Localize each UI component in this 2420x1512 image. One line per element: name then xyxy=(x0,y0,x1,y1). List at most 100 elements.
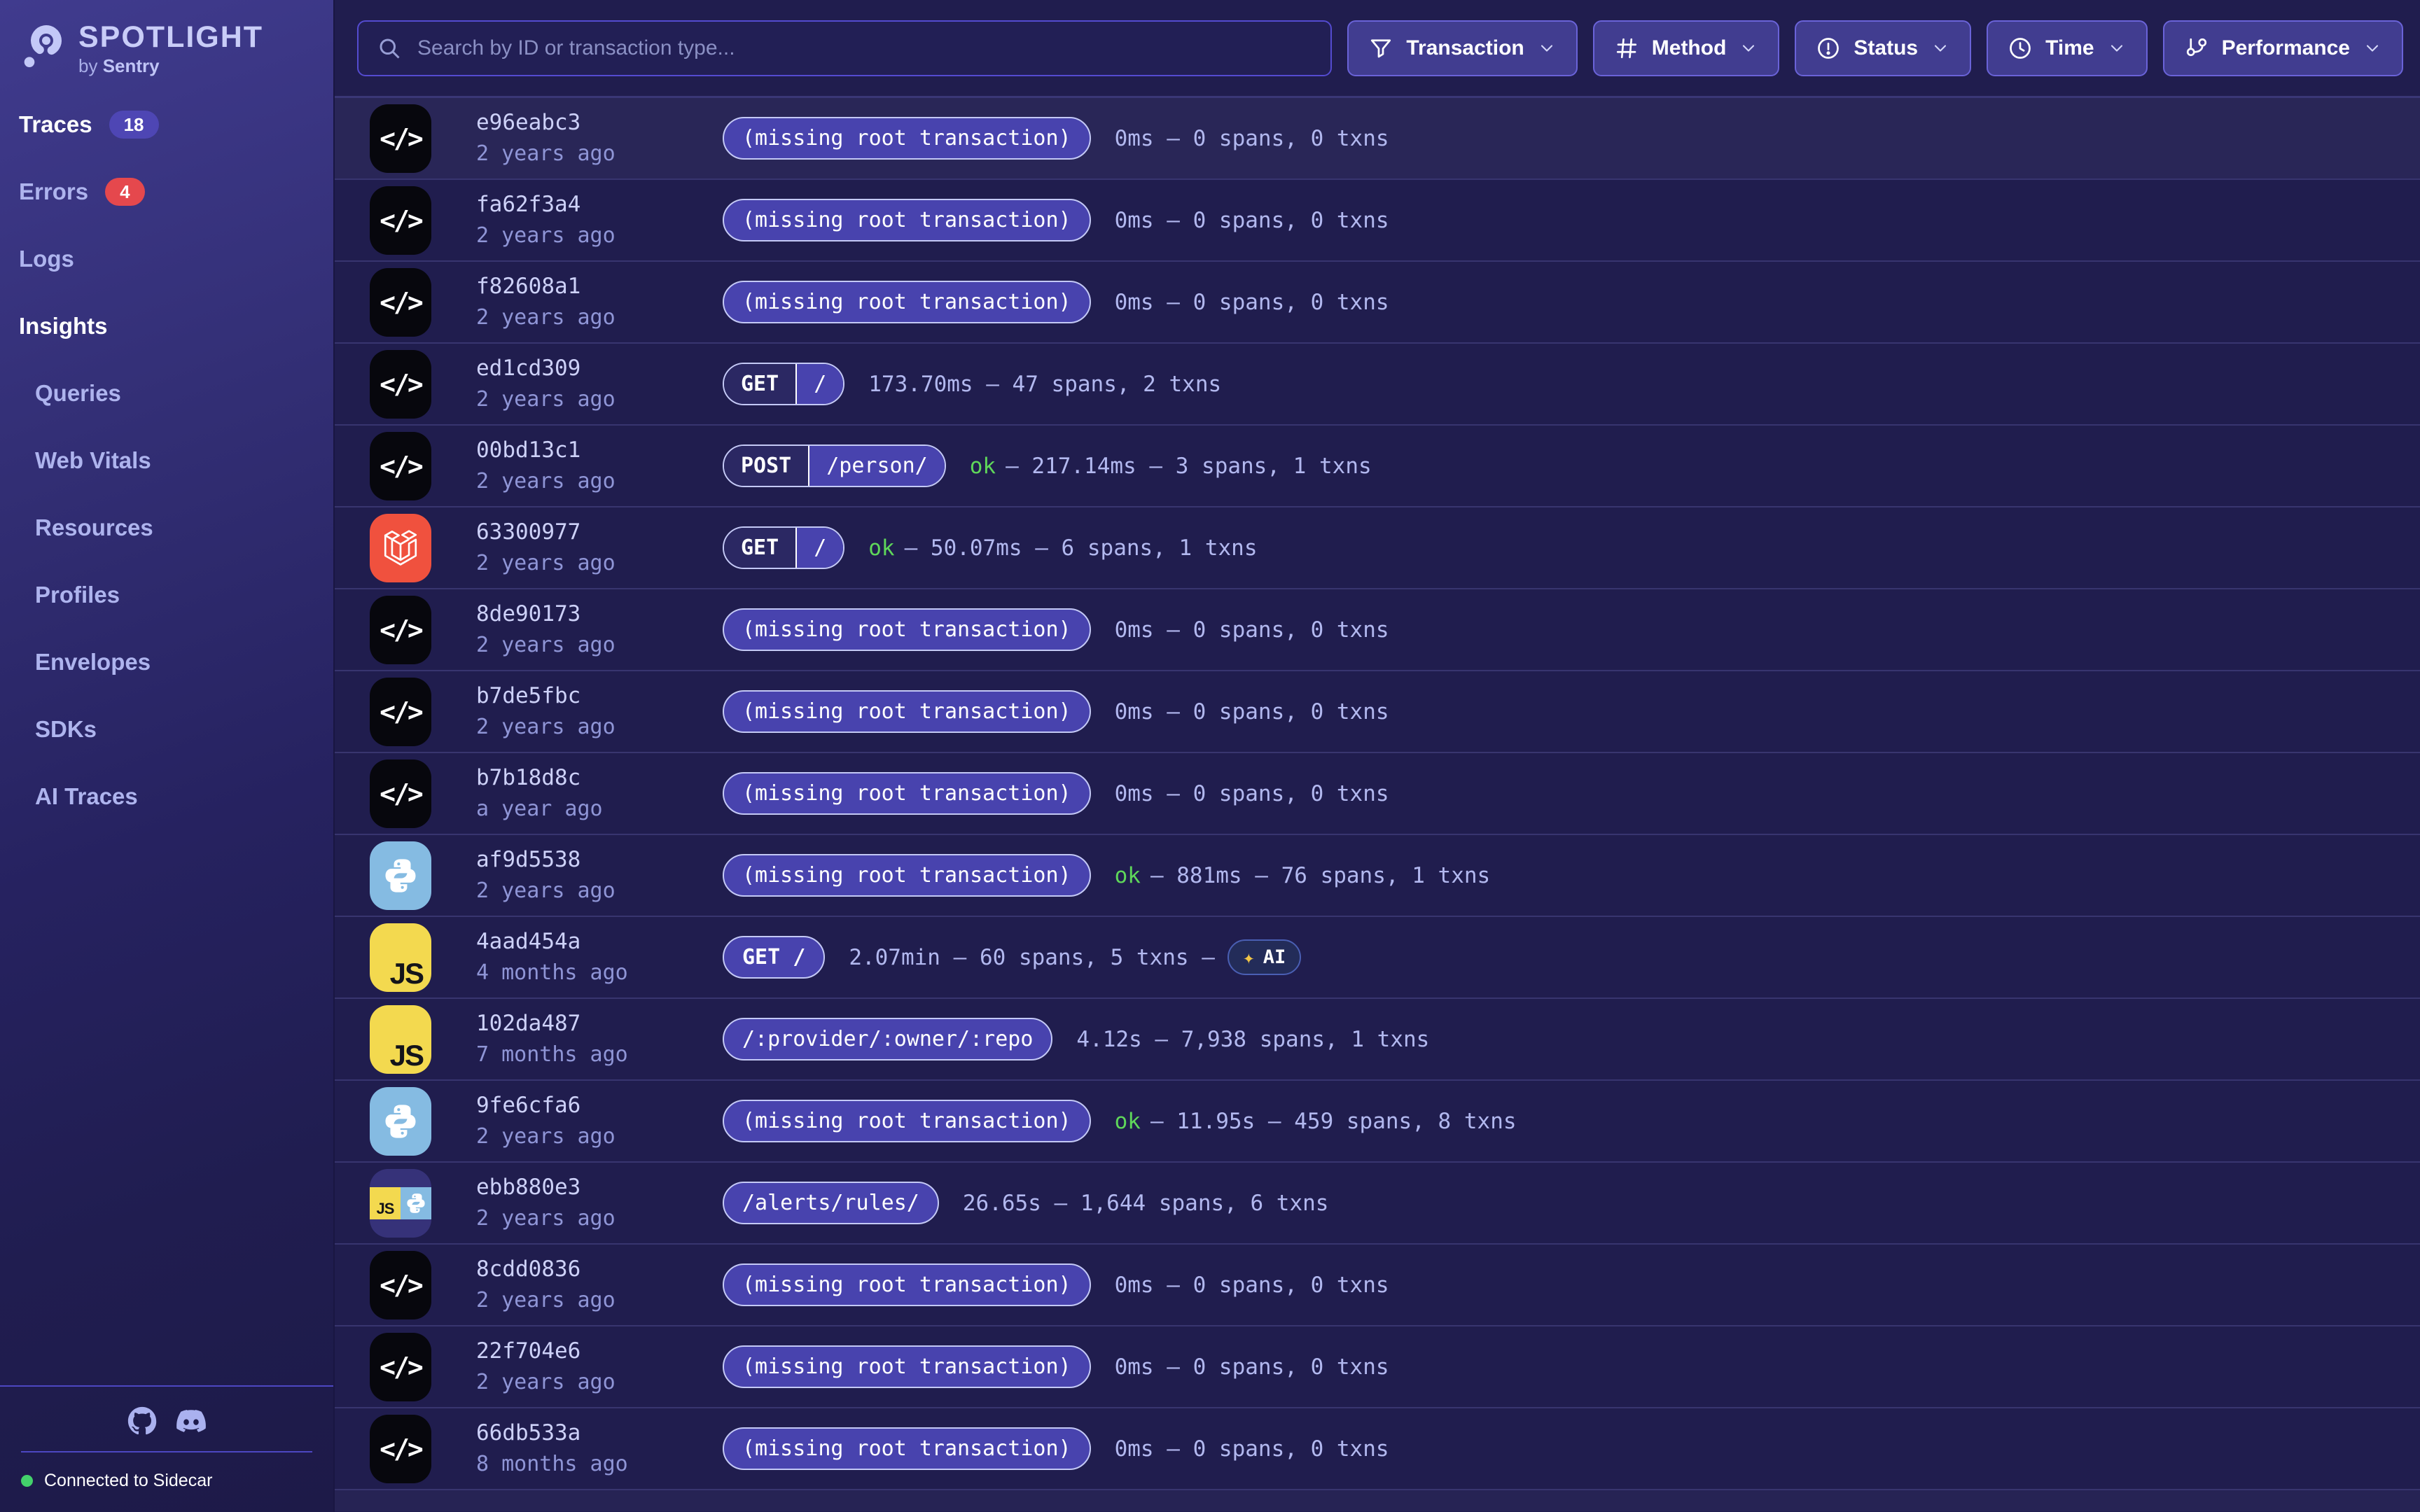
chevron-down-icon xyxy=(1739,38,1758,58)
trace-meta: ed1cd309 2 years ago xyxy=(476,358,723,410)
trace-row[interactable]: JS ebb880e3 2 years ago /alerts/rules/ 2… xyxy=(335,1163,2420,1245)
code-icon: </> xyxy=(370,1333,431,1401)
status-ok: ok xyxy=(1115,1109,1141,1134)
stats-text: 0ms — 0 spans, 0 txns xyxy=(1115,617,1389,643)
stats-text: 0ms — 0 spans, 0 txns xyxy=(1115,1273,1389,1298)
trace-stats: 26.65s — 1,644 spans, 6 txns xyxy=(963,1191,1329,1216)
stats-text: 2.07min — 60 spans, 5 txns — xyxy=(849,945,1215,970)
code-icon: </> xyxy=(370,186,431,255)
sidebar-item-profiles[interactable]: Profiles xyxy=(19,581,333,609)
sidebar-item-queries[interactable]: Queries xyxy=(19,379,333,407)
transaction-path: / xyxy=(797,364,843,404)
trace-meta: 66db533a 8 months ago xyxy=(476,1422,723,1475)
filter-method-button[interactable]: Method xyxy=(1593,20,1780,76)
trace-row[interactable]: 63300977 2 years ago GET / ok— 50.07ms —… xyxy=(335,507,2420,589)
trace-age: 2 years ago xyxy=(476,1372,723,1393)
branch-icon xyxy=(2184,36,2209,61)
filter-status-button[interactable]: Status xyxy=(1795,20,1971,76)
trace-id: 66db533a xyxy=(476,1422,723,1444)
missing-root-transaction-badge: (missing root transaction) xyxy=(723,1427,1091,1470)
toolbar: Transaction Method Status Time Performan… xyxy=(335,0,2420,98)
filter-buttons: Transaction Method Status Time Performan… xyxy=(1347,20,2403,76)
sidebar-item-sdks[interactable]: SDKs xyxy=(19,715,333,743)
status-ok: ok xyxy=(1115,863,1141,888)
trace-meta: 63300977 2 years ago xyxy=(476,522,723,574)
trace-age: 4 months ago xyxy=(476,962,723,983)
discord-icon[interactable] xyxy=(176,1406,206,1436)
trace-stats: ok— 50.07ms — 6 spans, 1 txns xyxy=(868,536,1257,561)
trace-stats: 0ms — 0 spans, 0 txns xyxy=(1115,290,1389,315)
trace-row[interactable]: </> 22f704e6 2 years ago (missing root t… xyxy=(335,1326,2420,1408)
trace-row[interactable]: </> f82608a1 2 years ago (missing root t… xyxy=(335,262,2420,344)
code-icon: </> xyxy=(370,760,431,828)
trace-row[interactable]: JS 102da487 7 months ago /:provider/:own… xyxy=(335,999,2420,1081)
trace-meta: 22f704e6 2 years ago xyxy=(476,1340,723,1393)
trace-meta: 102da487 7 months ago xyxy=(476,1013,723,1065)
transaction-badge: /alerts/rules/ xyxy=(723,1182,939,1224)
trace-stats: 0ms — 0 spans, 0 txns xyxy=(1115,208,1389,233)
trace-row[interactable]: af9d5538 2 years ago (missing root trans… xyxy=(335,835,2420,917)
trace-row[interactable]: </> ed1cd309 2 years ago GET / 173.70ms … xyxy=(335,344,2420,426)
trace-age: 2 years ago xyxy=(476,881,723,902)
python-icon xyxy=(370,1087,431,1156)
trace-meta: e96eabc3 2 years ago xyxy=(476,112,723,164)
trace-row[interactable]: </> 8cdd0836 2 years ago (missing root t… xyxy=(335,1245,2420,1326)
stats-text: 0ms — 0 spans, 0 txns xyxy=(1115,1354,1389,1380)
trace-stats: ok— 881ms — 76 spans, 1 txns xyxy=(1115,863,1491,888)
http-method: POST xyxy=(724,446,809,486)
trace-id: 102da487 xyxy=(476,1013,723,1035)
trace-age: 2 years ago xyxy=(476,389,723,410)
trace-id: af9d5538 xyxy=(476,849,723,871)
trace-age: a year ago xyxy=(476,799,723,820)
trace-id: 9fe6cfa6 xyxy=(476,1095,723,1116)
trace-age: 2 years ago xyxy=(476,635,723,656)
javascript-icon: JS xyxy=(370,923,431,992)
filter-transaction-button[interactable]: Transaction xyxy=(1347,20,1577,76)
missing-root-transaction-badge: (missing root transaction) xyxy=(723,199,1091,241)
transaction-badge: GET / xyxy=(723,936,825,979)
sidebar-item-ai-traces[interactable]: AI Traces xyxy=(19,783,333,811)
trace-meta: b7de5fbc 2 years ago xyxy=(476,685,723,738)
trace-stats: ok— 217.14ms — 3 spans, 1 txns xyxy=(970,454,1372,479)
trace-age: 2 years ago xyxy=(476,144,723,164)
trace-id: e96eabc3 xyxy=(476,112,723,134)
partial-next-row xyxy=(335,1490,2420,1511)
http-method: GET xyxy=(724,528,797,568)
search-icon xyxy=(377,36,402,61)
trace-meta: 00bd13c1 2 years ago xyxy=(476,440,723,492)
trace-row[interactable]: JS 4aad454a 4 months ago GET / 2.07min —… xyxy=(335,917,2420,999)
app-logo: SPOTLIGHT by Sentry xyxy=(0,0,333,77)
stats-text: — 217.14ms — 3 spans, 1 txns xyxy=(1006,454,1372,479)
code-icon: </> xyxy=(370,268,431,337)
stats-text: 4.12s — 7,938 spans, 1 txns xyxy=(1076,1027,1429,1052)
sidebar-item-traces[interactable]: Traces18 xyxy=(19,111,333,139)
sidebar-item-web-vitals[interactable]: Web Vitals xyxy=(19,447,333,475)
trace-row[interactable]: </> b7de5fbc 2 years ago (missing root t… xyxy=(335,671,2420,753)
search-input[interactable] xyxy=(416,36,1312,61)
code-icon: </> xyxy=(370,678,431,746)
trace-id: 22f704e6 xyxy=(476,1340,723,1362)
sidebar-item-logs[interactable]: Logs xyxy=(19,245,333,273)
trace-row[interactable]: 9fe6cfa6 2 years ago (missing root trans… xyxy=(335,1081,2420,1163)
code-icon: </> xyxy=(370,350,431,419)
trace-row[interactable]: </> b7b18d8c a year ago (missing root tr… xyxy=(335,753,2420,835)
trace-row[interactable]: </> 00bd13c1 2 years ago POST /person/ o… xyxy=(335,426,2420,507)
sidebar-item-resources[interactable]: Resources xyxy=(19,514,333,542)
filter-time-button[interactable]: Time xyxy=(1987,20,2147,76)
trace-row[interactable]: </> fa62f3a4 2 years ago (missing root t… xyxy=(335,180,2420,262)
trace-row[interactable]: </> 8de90173 2 years ago (missing root t… xyxy=(335,589,2420,671)
sidebar-item-envelopes[interactable]: Envelopes xyxy=(19,648,333,676)
python-icon xyxy=(370,841,431,910)
trace-row[interactable]: </> 66db533a 8 months ago (missing root … xyxy=(335,1408,2420,1490)
sidebar-item-errors[interactable]: Errors4 xyxy=(19,178,333,206)
filter-performance-button[interactable]: Performance xyxy=(2163,20,2403,76)
sidebar: SPOTLIGHT by Sentry Traces18 Errors4 Log… xyxy=(0,0,335,1512)
missing-root-transaction-badge: (missing root transaction) xyxy=(723,1345,1091,1388)
chevron-down-icon xyxy=(1931,38,1950,58)
github-icon[interactable] xyxy=(127,1406,157,1436)
sidebar-section-insights[interactable]: Insights xyxy=(19,312,333,340)
trace-row[interactable]: </> e96eabc3 2 years ago (missing root t… xyxy=(335,98,2420,180)
trace-id: b7b18d8c xyxy=(476,767,723,789)
trace-age: 2 years ago xyxy=(476,307,723,328)
trace-meta: 8de90173 2 years ago xyxy=(476,603,723,656)
